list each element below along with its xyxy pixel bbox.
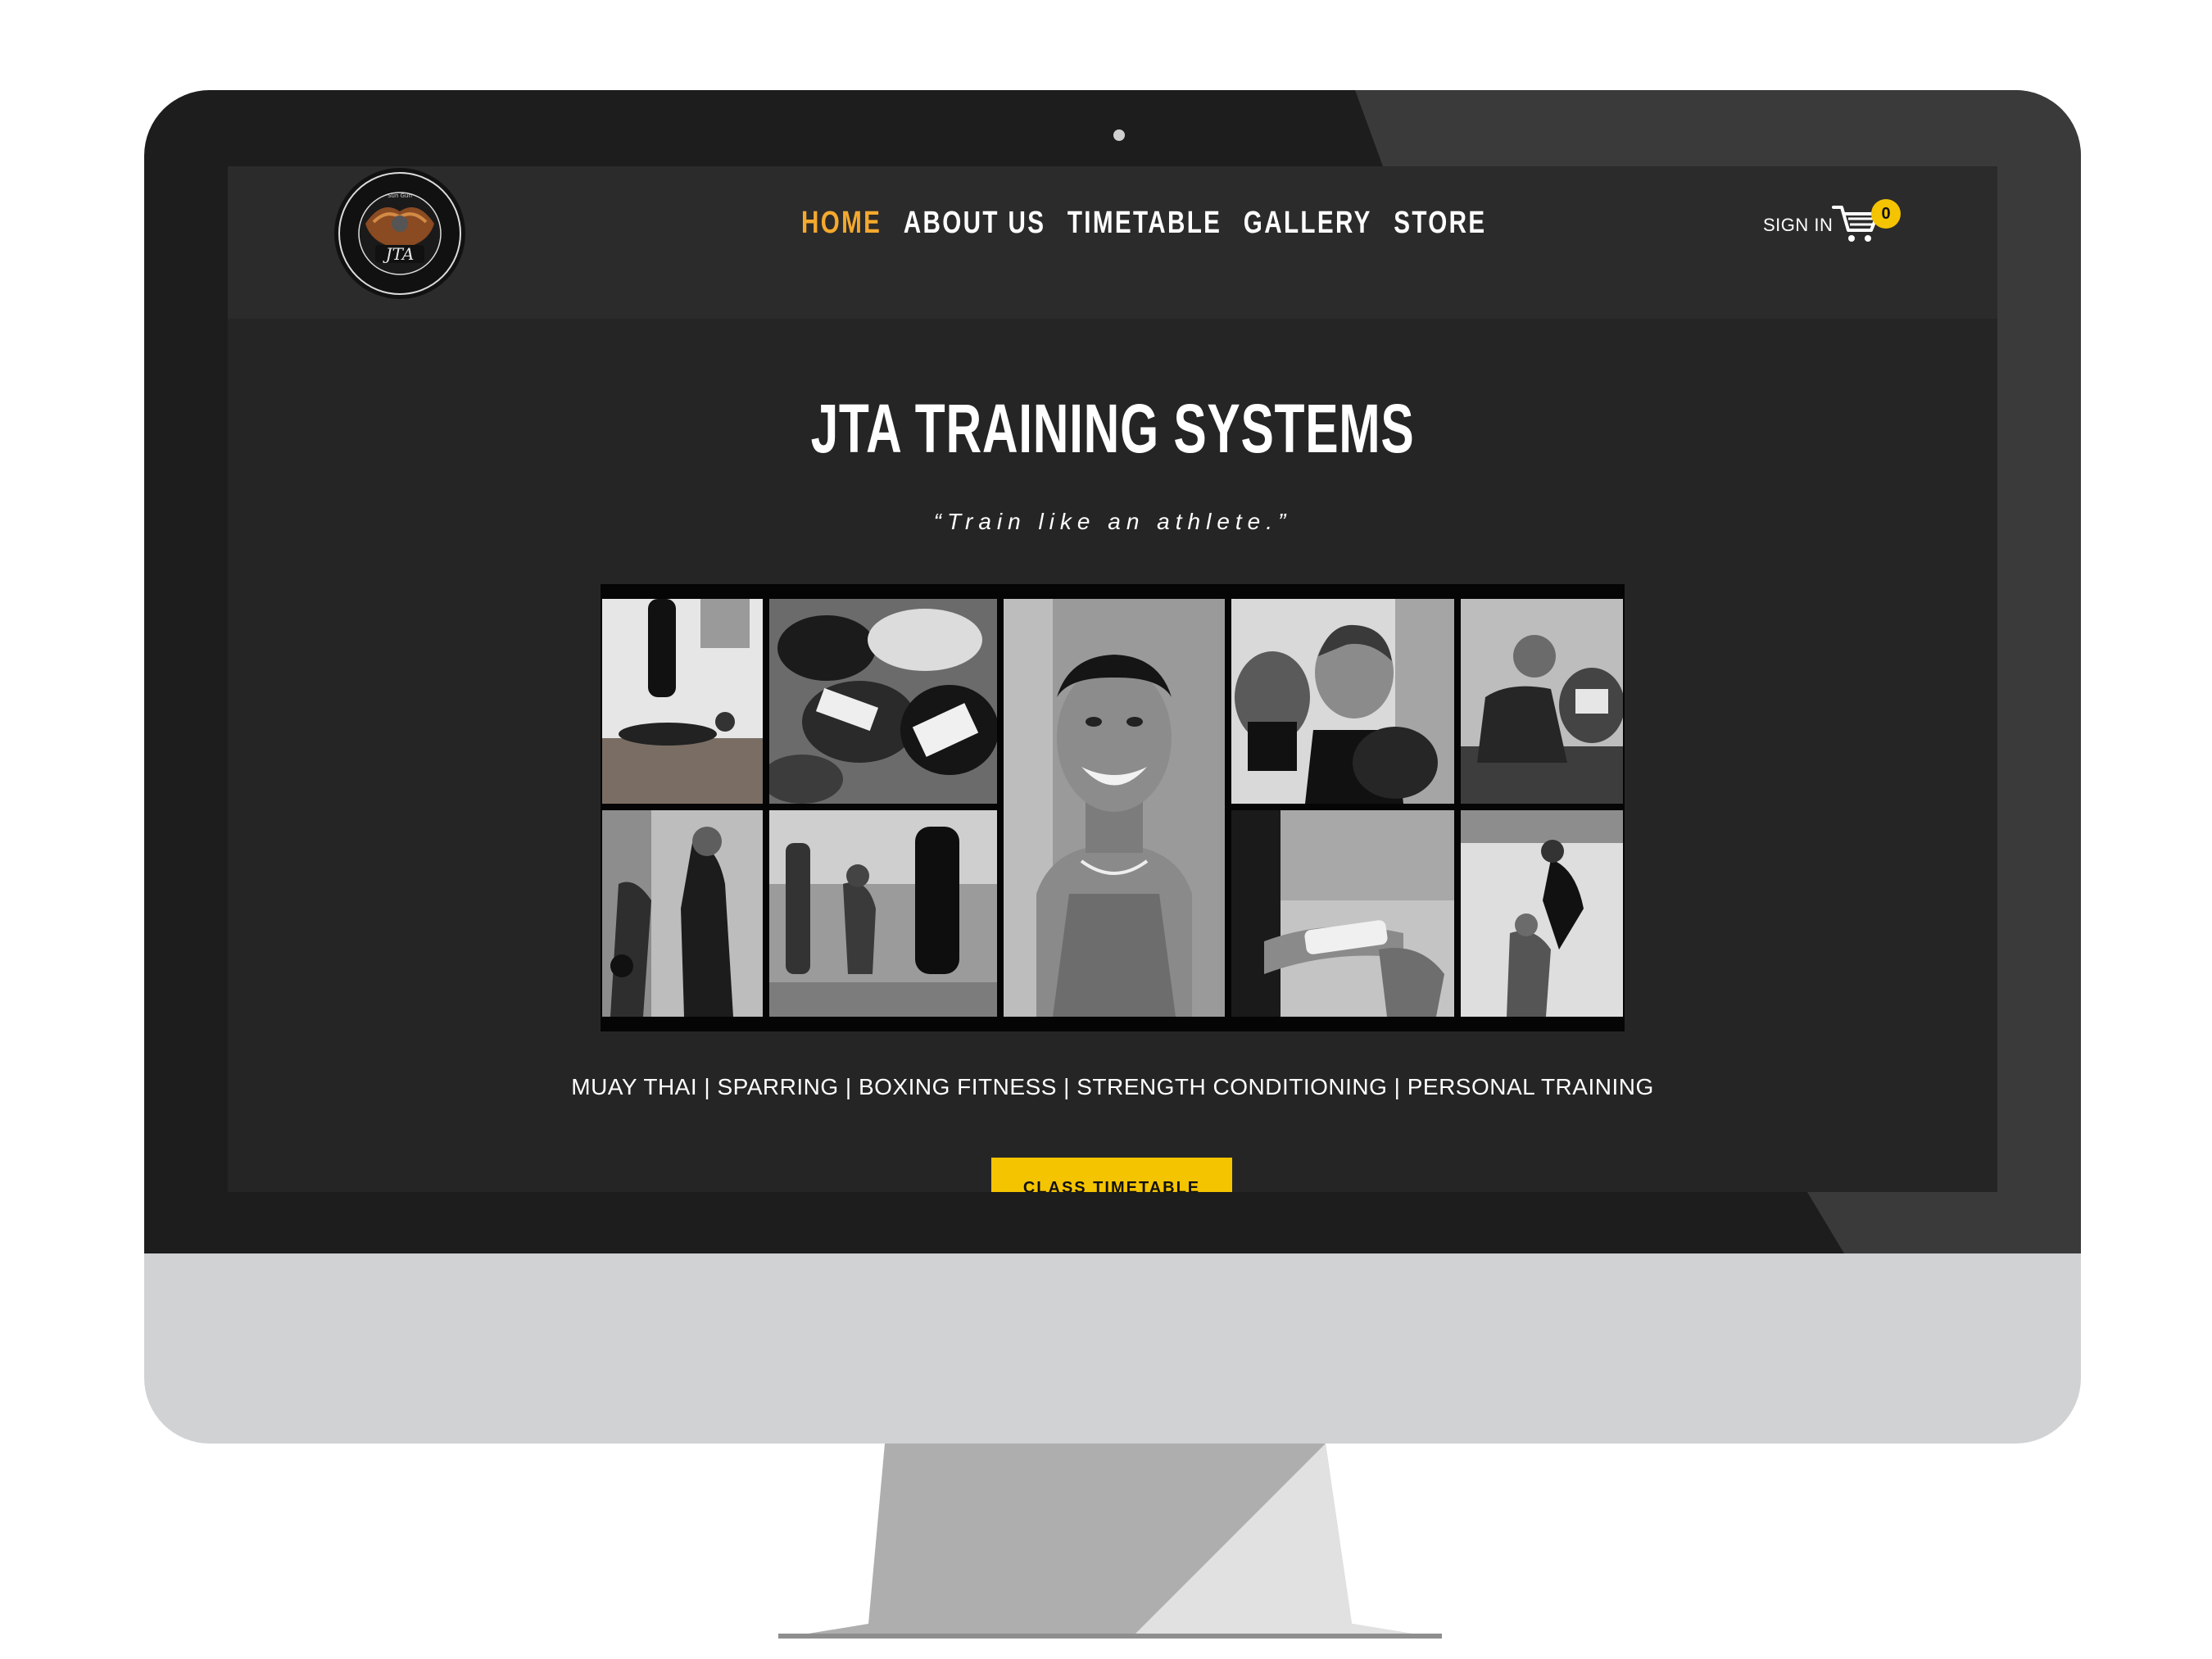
monitor-stand (778, 1444, 1442, 1639)
main-nav: HOME ABOUT US TIMETABLE GALLERY STORE (801, 206, 1487, 241)
heavy-bag-floor-photo (602, 599, 763, 804)
page-title: JTA TRAINING SYSTEMS (810, 390, 1415, 467)
lifting-partner-photo (1461, 810, 1623, 1017)
camera-dot (1113, 129, 1125, 141)
nav-timetable[interactable]: TIMETABLE (1067, 206, 1222, 241)
svg-text:JTA: JTA (383, 244, 415, 264)
svg-text:Sun Gun: Sun Gun (388, 193, 412, 199)
class-timetable-button[interactable]: CLASS TIMETABLE (991, 1158, 1232, 1192)
nav-home[interactable]: HOME (801, 206, 882, 241)
cart-count-badge: 0 (1871, 199, 1901, 229)
man-punching-photo (1461, 599, 1623, 804)
tagline: “Train like an athlete.” (933, 509, 1292, 534)
smiling-trainer-portrait-photo (1004, 599, 1225, 1017)
padwork-training-photo (602, 810, 763, 1017)
site-header: JTA Sun Gun HOME ABOUT US TIMETABLE GALL… (228, 166, 1997, 319)
nav-about-us[interactable]: ABOUT US (904, 206, 1046, 241)
photo-collage (601, 584, 1625, 1031)
nav-store[interactable]: STORE (1394, 206, 1486, 241)
boxing-gloves-pile-photo (769, 599, 997, 804)
services-list: MUAY THAI | SPARRING | BOXING FITNESS | … (571, 1074, 1654, 1099)
boy-with-gloves-photo (1231, 599, 1454, 804)
website-screen: JTA Sun Gun HOME ABOUT US TIMETABLE GALL… (228, 166, 1997, 1192)
bag-work-gym-photo (769, 810, 997, 1017)
hand-wrapping-photo (1231, 810, 1454, 1017)
jta-logo[interactable]: JTA Sun Gun (333, 166, 467, 301)
nav-gallery[interactable]: GALLERY (1244, 206, 1372, 241)
sign-in-link[interactable]: SIGN IN (1763, 215, 1833, 236)
monitor-chin (144, 1253, 2081, 1444)
